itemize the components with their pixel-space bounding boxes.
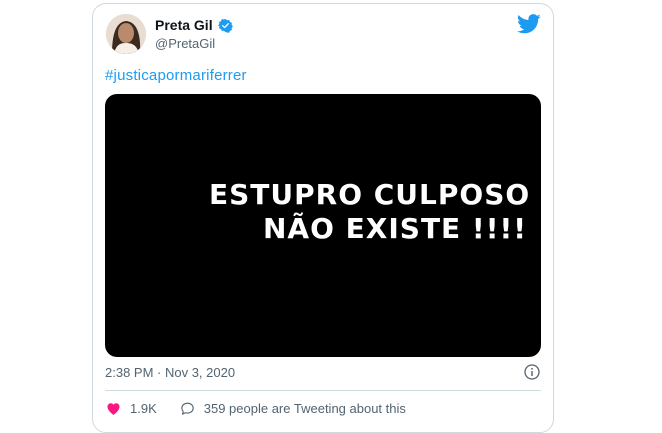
speech-bubble-icon [181,402,194,415]
name-row: Preta Gil [155,17,233,33]
divider [105,390,541,391]
like-count: 1.9K [130,401,157,416]
tweet-timestamp[interactable]: 2:38 PM · Nov 3, 2020 [105,365,235,380]
media-text-line2: NÃO EXISTE !!!! [263,212,528,245]
verified-badge-icon [217,18,233,33]
user-handle[interactable]: @PretaGil [155,36,215,51]
media-text-line1: ESTUPRO CULPOSO [209,178,531,211]
heart-icon [107,403,120,415]
like-button[interactable]: 1.9K [105,400,157,417]
conversation-text: 359 people are Tweeting about this [203,401,406,416]
display-name[interactable]: Preta Gil [155,17,213,33]
tweet-media[interactable]: ESTUPRO CULPOSO NÃO EXISTE !!!! [105,94,541,357]
hashtag-link[interactable]: #justicapormariferrer [105,67,247,84]
twitter-bird-icon[interactable] [517,14,541,34]
action-bar: 1.9K 359 people are Tweeting about this [105,400,406,417]
tweet-card: Preta Gil @PretaGil #justicapormariferre… [92,3,554,433]
avatar[interactable] [106,14,146,54]
conversation-button[interactable]: 359 people are Tweeting about this [179,400,406,417]
info-icon[interactable] [524,364,540,380]
